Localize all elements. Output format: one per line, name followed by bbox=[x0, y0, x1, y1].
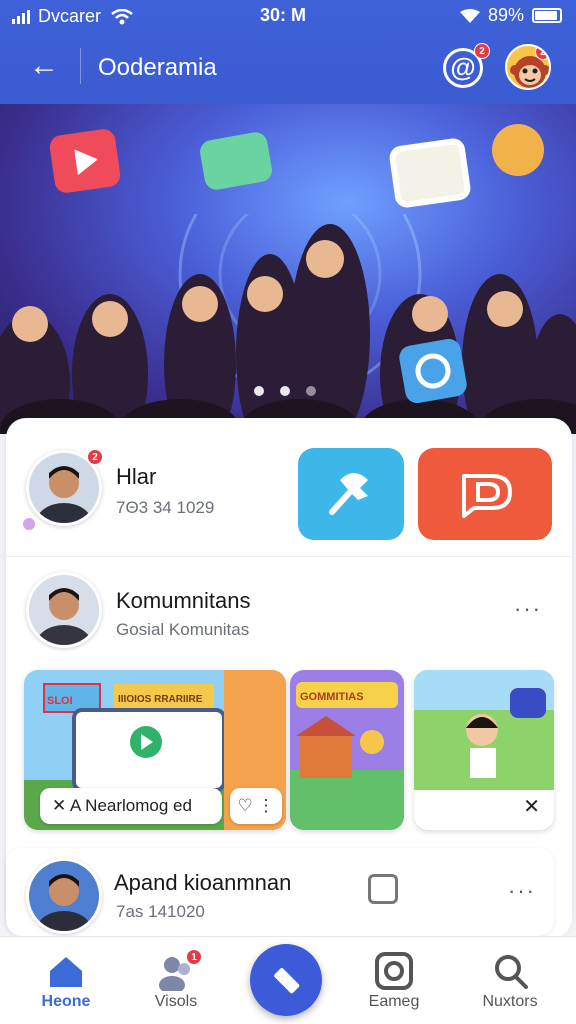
contact-detail: 7as 141020 bbox=[116, 902, 205, 921]
contact-name: Komumnitans bbox=[116, 588, 251, 613]
app-header: ← Ooderamia @ 2 2 bbox=[0, 36, 576, 102]
d-action-button[interactable] bbox=[418, 448, 552, 540]
battery-percent: 89% bbox=[487, 5, 524, 25]
heart-menu-button[interactable]: ♡ ⋮ bbox=[230, 788, 282, 824]
house-illustration: GOMMITIAS bbox=[290, 670, 404, 830]
card-caption: ✕ A Nearlomog ed bbox=[40, 788, 222, 824]
kid-card[interactable]: ✕ bbox=[414, 670, 554, 830]
person-avatar-icon bbox=[29, 453, 99, 523]
create-button[interactable] bbox=[250, 944, 322, 1016]
nav-nuxtors[interactable]: Nuxtors bbox=[460, 937, 560, 1024]
status-bar: Dvcarer 30: M 89% bbox=[0, 0, 576, 32]
close-icon[interactable]: ✕ bbox=[523, 794, 540, 819]
photo-tile-icon bbox=[388, 137, 472, 209]
contact-name: Hlar bbox=[116, 464, 157, 489]
contact-name: Apand kioanmnan bbox=[114, 870, 292, 895]
avatar[interactable] bbox=[26, 572, 102, 648]
crowd-illustration bbox=[0, 214, 576, 434]
game-tile-icon bbox=[198, 130, 274, 192]
avatar[interactable] bbox=[26, 858, 102, 934]
top-bar: Dvcarer 30: M 89% ← Ooderamia @ 2 2 bbox=[0, 0, 576, 104]
carrier-label: Dvcarer bbox=[38, 6, 102, 26]
page-title: Ooderamia bbox=[98, 54, 217, 81]
board-title: IIIOIOS RRARIIRE bbox=[118, 694, 203, 705]
content-cards: SLOI IIIOIOS RRARIIRE ✕ A Nearlomog ed ♡… bbox=[24, 670, 554, 830]
notification-badge: 2 bbox=[87, 449, 103, 465]
notification-badge: 2 bbox=[474, 43, 490, 59]
carousel-dots[interactable] bbox=[254, 386, 316, 396]
signal-icon bbox=[12, 9, 30, 24]
nav-label: Eameg bbox=[368, 993, 420, 1010]
contact-detail: Gosial Komunitas bbox=[116, 620, 250, 639]
community-card[interactable]: GOMMITIAS bbox=[290, 670, 404, 830]
profile-avatar[interactable]: 2 bbox=[505, 44, 551, 90]
camera-icon bbox=[375, 952, 413, 990]
header-divider bbox=[80, 48, 81, 84]
camera-tile-icon bbox=[397, 337, 469, 405]
battery-icon bbox=[532, 8, 562, 23]
nav-home[interactable]: Heone bbox=[16, 937, 116, 1024]
hero-banner[interactable] bbox=[0, 104, 576, 434]
notification-badge: 1 bbox=[186, 949, 202, 965]
contact-detail: 7Θ3 34 1029 bbox=[116, 498, 215, 517]
nav-label: Nuxtors bbox=[482, 993, 538, 1010]
carousel-dot[interactable] bbox=[254, 386, 264, 396]
clock: 30: M bbox=[260, 5, 307, 25]
search-icon bbox=[495, 955, 528, 989]
online-indicator bbox=[23, 518, 35, 530]
back-button[interactable]: ← bbox=[24, 46, 64, 86]
close-icon[interactable]: ✕ bbox=[52, 796, 66, 815]
nav-label: Visols bbox=[154, 993, 198, 1010]
arrow-left-icon: ← bbox=[29, 49, 59, 82]
pin-button[interactable] bbox=[298, 448, 404, 540]
divider bbox=[6, 556, 572, 557]
card-banner-text: GOMMITIAS bbox=[300, 691, 364, 703]
more-options-button[interactable]: ··· bbox=[508, 878, 536, 904]
notification-badge: 2 bbox=[535, 46, 549, 60]
chat-bubble-icon bbox=[492, 124, 544, 176]
home-icon bbox=[50, 957, 82, 987]
wifi-icon bbox=[111, 8, 133, 24]
at-icon: @ bbox=[450, 52, 476, 82]
card-title: A Nearlomog ed bbox=[70, 796, 192, 815]
wifi-icon bbox=[459, 8, 480, 23]
pencil-icon bbox=[274, 968, 300, 994]
status-right: 89% bbox=[459, 5, 562, 26]
nav-visols[interactable]: 1 Visols bbox=[126, 937, 226, 1024]
kid-illustration bbox=[414, 670, 554, 790]
pin-icon bbox=[329, 473, 368, 515]
person-avatar-icon bbox=[29, 861, 99, 931]
chat-icon[interactable] bbox=[368, 874, 398, 904]
nav-eameg[interactable]: Eameg bbox=[344, 937, 444, 1024]
nav-label: Heone bbox=[41, 993, 91, 1010]
d-chat-icon bbox=[462, 474, 512, 518]
carrier: Dvcarer bbox=[12, 6, 133, 27]
mention-button[interactable]: @ 2 bbox=[443, 43, 490, 88]
board-sign: SLOI bbox=[47, 695, 73, 707]
carousel-dot[interactable] bbox=[280, 386, 290, 396]
game-card[interactable]: SLOI IIIOIOS RRARIIRE ✕ A Nearlomog ed ♡… bbox=[24, 670, 286, 830]
person-avatar-icon bbox=[29, 575, 99, 645]
carousel-dot[interactable] bbox=[306, 386, 316, 396]
more-options-button[interactable]: ··· bbox=[514, 596, 542, 622]
play-tile-icon bbox=[48, 127, 122, 195]
